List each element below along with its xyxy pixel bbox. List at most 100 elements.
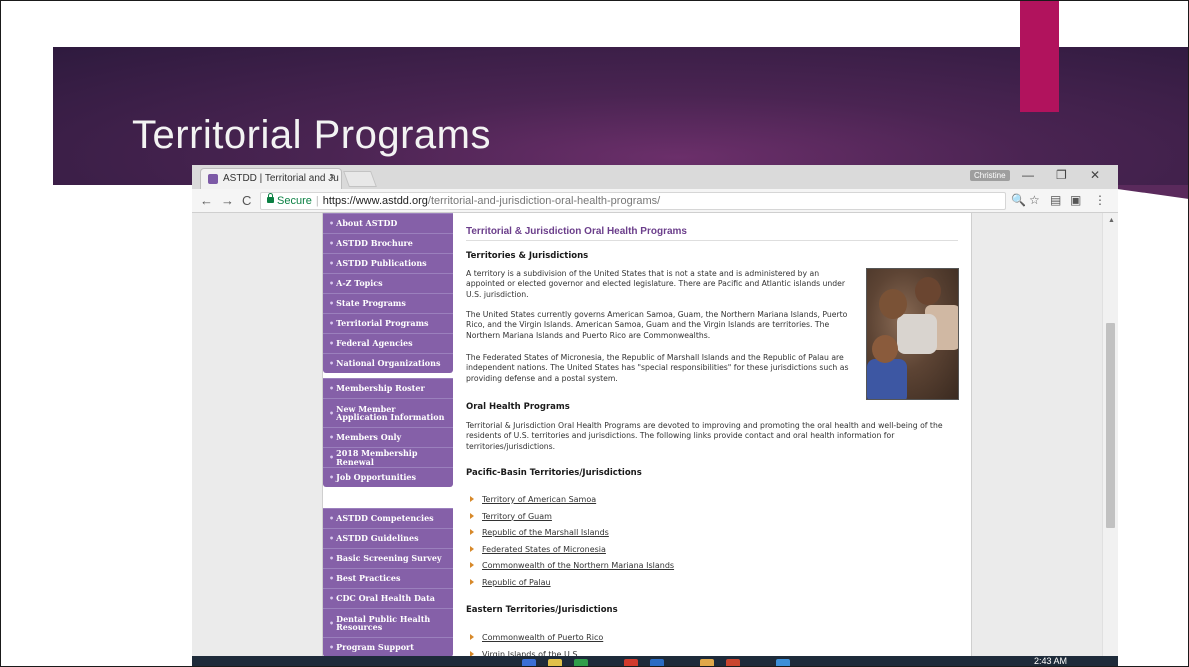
sidebar-nav-label: CDC Oral Health Data bbox=[336, 593, 435, 604]
tab-close-icon[interactable]: × bbox=[329, 172, 335, 183]
independent-nations-paragraph: The Federated States of Micronesia, the … bbox=[466, 353, 849, 383]
jurisdiction-link[interactable]: Federated States of Micronesia bbox=[482, 545, 606, 554]
sidebar-nav-item[interactable]: • ASTDD Guidelines bbox=[323, 528, 453, 548]
taskbar-app-icon[interactable] bbox=[574, 659, 588, 666]
sidebar-nav-item[interactable]: • Membership Roster bbox=[323, 378, 453, 398]
presentation-slide: Territorial Programs ASTDD | Territorial… bbox=[0, 0, 1189, 667]
sidebar-nav-item[interactable]: • Territorial Programs bbox=[323, 313, 453, 333]
sidebar-nav-item[interactable]: • ASTDD Publications bbox=[323, 253, 453, 273]
page-content-column: • About ASTDD • ASTDD Brochure • ASTDD Public… bbox=[322, 213, 972, 666]
scrollbar-thumb[interactable] bbox=[1106, 323, 1115, 528]
taskbar-app-icon[interactable] bbox=[624, 659, 638, 666]
browser-tab-strip: ASTDD | Territorial and Ju × Christine —… bbox=[192, 165, 1118, 189]
nav-bullet-icon: • bbox=[329, 318, 335, 329]
address-bar[interactable]: Secure | https://www.astdd.org/territorial… bbox=[260, 192, 1006, 210]
close-window-icon[interactable]: ✕ bbox=[1090, 168, 1100, 182]
nav-bullet-icon: • bbox=[329, 573, 335, 584]
taskbar-app-icon[interactable] bbox=[776, 659, 790, 666]
vertical-scrollbar[interactable]: ▲ ▼ bbox=[1102, 213, 1118, 666]
taskbar-app-icon[interactable] bbox=[726, 659, 740, 666]
sidebar-nav-item[interactable]: • Basic Screening Survey bbox=[323, 548, 453, 568]
windows-taskbar: 2:43 AM bbox=[192, 656, 1118, 666]
taskbar-clock: 2:43 AM bbox=[1034, 656, 1068, 666]
sidebar-group-membership: • Membership Roster • New Member Applicatio… bbox=[323, 378, 453, 487]
zoom-icon[interactable]: 🔍 bbox=[1011, 193, 1026, 207]
browser-menu-icon[interactable]: ⋮ bbox=[1094, 193, 1106, 207]
restore-icon[interactable]: ❐ bbox=[1056, 168, 1067, 182]
sidebar-nav-item[interactable]: • Members Only bbox=[323, 427, 453, 447]
nav-bullet-icon: • bbox=[329, 533, 335, 544]
arrow-bullet-icon bbox=[470, 634, 474, 640]
sidebar-nav-label: ASTDD Brochure bbox=[336, 238, 413, 249]
jurisdiction-link[interactable]: Territory of Guam bbox=[482, 512, 552, 521]
scroll-up-icon[interactable]: ▲ bbox=[1108, 217, 1115, 224]
forward-icon[interactable]: → bbox=[221, 193, 234, 208]
page-viewport: • About ASTDD • ASTDD Brochure • ASTDD Public… bbox=[192, 213, 1102, 666]
nav-bullet-icon: • bbox=[329, 358, 335, 369]
nav-bullet-icon: • bbox=[329, 298, 335, 309]
main-content: Territorial & Jurisdiction Oral Health P… bbox=[466, 213, 966, 666]
sidebar-nav-item[interactable]: • State Programs bbox=[323, 293, 453, 313]
oral-health-paragraph: Territorial & Jurisdiction Oral Health P… bbox=[466, 421, 943, 451]
new-tab-button[interactable] bbox=[343, 171, 377, 187]
sidebar-nav-item[interactable]: • 2018 Membership Renewal bbox=[323, 447, 453, 467]
jurisdiction-link[interactable]: Commonwealth of Puerto Rico bbox=[482, 633, 603, 642]
pacific-heading: Pacific-Basin Territories/Jurisdictions bbox=[466, 468, 642, 478]
profile-button[interactable]: Christine bbox=[970, 170, 1010, 181]
sidebar-nav-label: Dental Public Health Resources bbox=[336, 613, 431, 632]
taskbar-app-icon[interactable] bbox=[548, 659, 562, 666]
oral-health-heading: Oral Health Programs bbox=[466, 402, 570, 412]
bookmark-star-icon[interactable]: ☆ bbox=[1029, 193, 1040, 207]
secure-label: Secure bbox=[277, 195, 312, 207]
extension-2-icon[interactable]: ▣ bbox=[1070, 193, 1081, 207]
sidebar-nav-label: ASTDD Guidelines bbox=[336, 533, 419, 544]
sidebar-nav-label: Program Support bbox=[336, 642, 414, 653]
sidebar-nav-item[interactable]: • A-Z Topics bbox=[323, 273, 453, 293]
sidebar-nav-label: Best Practices bbox=[336, 573, 401, 584]
taskbar-app-icon[interactable] bbox=[650, 659, 664, 666]
nav-bullet-icon: • bbox=[329, 472, 335, 483]
sidebar-nav-item[interactable]: • ASTDD Competencies bbox=[323, 508, 453, 528]
arrow-bullet-icon bbox=[470, 496, 474, 502]
browser-toolbar: ← → C Secure | https://www.astdd.org/terri… bbox=[192, 189, 1118, 213]
sidebar-nav-label: 2018 Membership Renewal bbox=[336, 448, 418, 467]
taskbar-app-icon[interactable] bbox=[522, 659, 536, 666]
nav-bullet-icon: • bbox=[329, 617, 335, 628]
arrow-bullet-icon bbox=[470, 545, 474, 552]
sidebar-nav-item[interactable]: • National Organizations bbox=[323, 353, 453, 373]
governs-paragraph: The United States currently governs Amer… bbox=[466, 310, 848, 340]
arrow-bullet-icon bbox=[470, 578, 474, 585]
minimize-icon[interactable]: — bbox=[1022, 168, 1034, 182]
sidebar-nav-item[interactable]: • Federal Agencies bbox=[323, 333, 453, 353]
sidebar-nav-item[interactable]: • About ASTDD bbox=[323, 213, 453, 233]
jurisdiction-link[interactable]: Republic of Palau bbox=[482, 578, 551, 587]
extension-icon[interactable]: ▤ bbox=[1050, 193, 1061, 207]
sidebar-nav-label: About ASTDD bbox=[336, 218, 398, 229]
slide-title: Territorial Programs bbox=[132, 113, 491, 157]
browser-window-screenshot: ASTDD | Territorial and Ju × Christine —… bbox=[192, 165, 1118, 666]
sidebar-nav-label: Members Only bbox=[336, 432, 402, 443]
sidebar-nav-item[interactable]: • Program Support bbox=[323, 637, 453, 657]
back-icon[interactable]: ← bbox=[200, 193, 213, 208]
sidebar-nav-item[interactable]: • ASTDD Brochure bbox=[323, 233, 453, 253]
jurisdiction-link[interactable]: Commonwealth of the Northern Mariana Isl… bbox=[482, 561, 674, 570]
reload-icon[interactable]: C bbox=[242, 193, 251, 208]
sidebar-nav-label: State Programs bbox=[336, 298, 406, 309]
sidebar-nav-item[interactable]: • Best Practices bbox=[323, 568, 453, 588]
sidebar-nav-item[interactable]: • New Member Application Information bbox=[323, 398, 453, 427]
nav-bullet-icon: • bbox=[329, 452, 335, 463]
sidebar-nav-item[interactable]: • Dental Public Health Resources bbox=[323, 608, 453, 637]
nav-bullet-icon: • bbox=[329, 593, 335, 604]
jurisdiction-link[interactable]: Republic of the Marshall Islands bbox=[482, 528, 609, 537]
taskbar-app-icon[interactable] bbox=[700, 659, 714, 666]
sidebar-nav-label: Federal Agencies bbox=[336, 338, 413, 349]
territories-heading: Territories & Jurisdictions bbox=[466, 251, 589, 261]
eastern-heading: Eastern Territories/Jurisdictions bbox=[466, 605, 618, 615]
sidebar-nav-item[interactable]: • Job Opportunities bbox=[323, 467, 453, 487]
sidebar-nav-label: A-Z Topics bbox=[336, 278, 383, 289]
url-path: /territorial-and-jurisdiction-oral-healt… bbox=[427, 195, 661, 207]
jurisdiction-link[interactable]: Territory of American Samoa bbox=[482, 495, 596, 504]
browser-tab[interactable]: ASTDD | Territorial and Ju × bbox=[200, 168, 342, 189]
nav-bullet-icon: • bbox=[329, 642, 335, 653]
sidebar-nav-item[interactable]: • CDC Oral Health Data bbox=[323, 588, 453, 608]
